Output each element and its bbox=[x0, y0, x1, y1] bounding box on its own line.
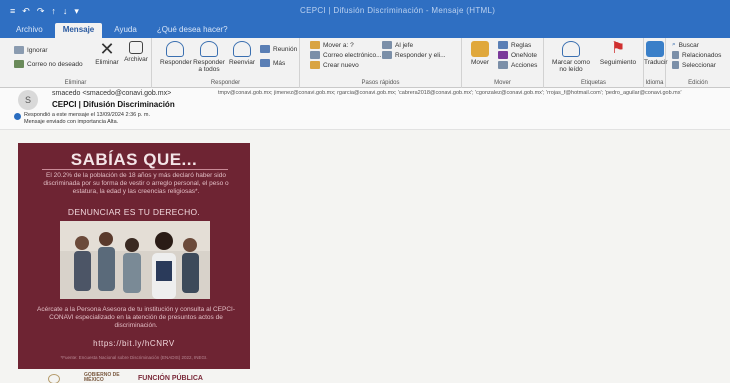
poster-photo bbox=[60, 221, 210, 299]
select-button[interactable]: Seleccionar bbox=[672, 61, 716, 69]
group-mover: Mover Reglas OneNote Acciones Mover bbox=[462, 38, 544, 88]
quick-access-toolbar: ≡ ↶ ↷ ↑ ↓ ▾ bbox=[10, 6, 79, 17]
people-photo-icon bbox=[60, 221, 210, 299]
reply-all-icon bbox=[200, 41, 218, 57]
tab-mensaje[interactable]: Mensaje bbox=[54, 23, 103, 38]
ribbon: Ignorar Correo no deseado ✕ Eliminar Arc… bbox=[0, 38, 730, 88]
footer-logos: GOBIERNO DE MÉXICO FUNCIÓN PÚBLICA bbox=[20, 371, 260, 383]
junk-button[interactable]: Correo no deseado bbox=[14, 60, 83, 68]
more-icon bbox=[260, 59, 270, 67]
find-button[interactable]: ⌕ Buscar bbox=[672, 41, 699, 49]
tab-archivo[interactable]: Archivo bbox=[8, 23, 51, 38]
quickstep-mover[interactable]: Mover a: ? bbox=[310, 41, 354, 49]
undo-icon[interactable]: ↶ bbox=[22, 6, 30, 17]
ignore-button[interactable]: Ignorar bbox=[14, 46, 48, 54]
logo-gobierno: GOBIERNO DE MÉXICO bbox=[84, 372, 120, 383]
quickstep-responder[interactable]: Responder y eli... bbox=[382, 51, 446, 59]
junk-icon bbox=[14, 60, 24, 68]
quickstep-jefe[interactable]: Al jefe bbox=[382, 41, 413, 49]
window-title: CEPCI | Difusión Discriminación - Mensaj… bbox=[300, 6, 496, 15]
poster-divider bbox=[42, 169, 228, 170]
reply-all-button[interactable]: Responder a todos bbox=[192, 41, 226, 73]
up-icon[interactable]: ↑ bbox=[51, 6, 56, 17]
group-eliminar: Ignorar Correo no deseado ✕ Eliminar Arc… bbox=[0, 38, 152, 88]
related-icon bbox=[672, 51, 679, 59]
group-idioma: Traducir Idioma bbox=[644, 38, 668, 88]
delete-x-icon: ✕ bbox=[99, 39, 115, 59]
subject-line: CEPCI | Difusión Discriminación bbox=[52, 100, 175, 109]
group-etiquetas: Marcar como no leído ⚑ Seguimiento Etiqu… bbox=[544, 38, 644, 88]
delete-button[interactable]: ✕ Eliminar bbox=[94, 39, 120, 66]
flag-icon: ⚑ bbox=[610, 40, 626, 57]
onenote-button[interactable]: OneNote bbox=[498, 51, 537, 59]
poster-paragraph-2: Acércate a la Persona Asesora de tu inst… bbox=[37, 306, 235, 329]
tab-ayuda[interactable]: Ayuda bbox=[106, 23, 145, 38]
group-quick-steps: Mover a: ? Correo electrónico... Crear n… bbox=[300, 38, 462, 88]
quickstep-crear[interactable]: Crear nuevo bbox=[310, 61, 359, 69]
envelope-icon bbox=[562, 41, 580, 57]
forward-mail-icon bbox=[382, 41, 392, 49]
reply-button[interactable]: Responder bbox=[160, 41, 192, 66]
lightning-icon bbox=[310, 61, 320, 69]
followup-button[interactable]: ⚑ Seguimiento bbox=[596, 40, 640, 67]
actions-button[interactable]: Acciones bbox=[498, 61, 537, 69]
search-icon: ⌕ bbox=[672, 41, 676, 48]
more-button[interactable]: Más bbox=[260, 59, 285, 67]
poster-source: *Fuente: Encuesta Nacional sobre Discrim… bbox=[60, 355, 208, 360]
mail-icon bbox=[310, 51, 320, 59]
avatar: S bbox=[18, 90, 38, 110]
folder-icon bbox=[310, 41, 320, 49]
title-bar: ≡ ↶ ↷ ↑ ↓ ▾ CEPCI | Difusión Discriminac… bbox=[0, 0, 730, 22]
move-button[interactable]: Mover bbox=[468, 41, 492, 66]
menu-icon[interactable]: ≡ bbox=[10, 6, 15, 17]
forward-icon bbox=[233, 41, 251, 57]
poster-url[interactable]: https://bit.ly/hCNRV bbox=[18, 339, 250, 348]
info-icon bbox=[14, 113, 21, 120]
poster-title: SABÍAS QUE... bbox=[70, 150, 198, 169]
customize-icon[interactable]: ▾ bbox=[74, 6, 79, 17]
message-header: S smacedo <smacedo@conavi.gob.mx> CEPCI … bbox=[0, 88, 730, 130]
sender[interactable]: smacedo <smacedo@conavi.gob.mx> bbox=[52, 90, 171, 97]
tab-search[interactable]: ¿Qué desea hacer? bbox=[149, 23, 236, 38]
translate-icon bbox=[646, 41, 664, 57]
folder-move-icon bbox=[471, 41, 489, 57]
ignore-icon bbox=[14, 46, 24, 54]
recipients-line[interactable]: tmpv@conavi.gob.mx; jimenez@conavi.gob.m… bbox=[218, 90, 730, 96]
down-icon[interactable]: ↓ bbox=[63, 6, 68, 17]
archive-icon bbox=[129, 41, 143, 54]
quickstep-correo[interactable]: Correo electrónico... bbox=[310, 51, 382, 59]
meeting-button[interactable]: Reunión bbox=[260, 45, 297, 53]
archive-button[interactable]: Archivar bbox=[122, 41, 150, 63]
actions-icon bbox=[498, 61, 508, 69]
group-edicion: ⌕ Buscar Relacionados Seleccionar Edició… bbox=[672, 41, 722, 86]
onenote-icon bbox=[498, 51, 508, 59]
forward-button[interactable]: Reenviar bbox=[228, 41, 256, 66]
poster-subtitle: DENUNCIAR ES TU DERECHO. bbox=[67, 207, 201, 217]
info-bar: Respondió a este mensaje el 13/09/2024 2… bbox=[24, 112, 150, 125]
ribbon-tabs: Archivo Mensaje Ayuda ¿Qué desea hacer? bbox=[0, 22, 730, 38]
meeting-icon bbox=[260, 45, 270, 53]
related-button[interactable]: Relacionados bbox=[672, 51, 721, 59]
poster-paragraph-1: El 20.2% de la población de 18 años y má… bbox=[43, 172, 229, 195]
reply-icon bbox=[166, 41, 184, 57]
logo-funcion-publica: FUNCIÓN PÚBLICA bbox=[138, 375, 203, 382]
translate-button[interactable]: Traducir bbox=[644, 41, 668, 66]
select-icon bbox=[672, 61, 679, 69]
group-responder: Responder Responder a todos Reenviar Reu… bbox=[152, 38, 300, 88]
reply-delete-icon bbox=[382, 51, 392, 59]
poster-image: SABÍAS QUE... El 20.2% de la población d… bbox=[18, 143, 250, 369]
rules-button[interactable]: Reglas bbox=[498, 41, 531, 49]
government-seal-icon bbox=[48, 374, 60, 383]
mark-unread-button[interactable]: Marcar como no leído bbox=[550, 41, 592, 73]
redo-icon[interactable]: ↷ bbox=[37, 6, 45, 17]
rules-icon bbox=[498, 41, 508, 49]
